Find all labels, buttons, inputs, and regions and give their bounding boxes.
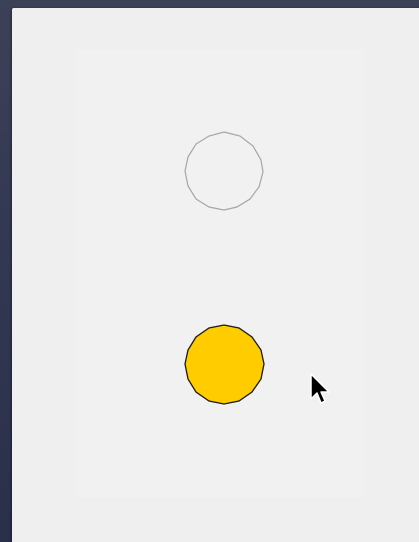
empty-circle[interactable] bbox=[184, 131, 264, 211]
yellow-filled-circle[interactable] bbox=[184, 324, 265, 405]
arrow-cursor-icon bbox=[310, 373, 330, 404]
canvas-shapes bbox=[184, 131, 265, 405]
